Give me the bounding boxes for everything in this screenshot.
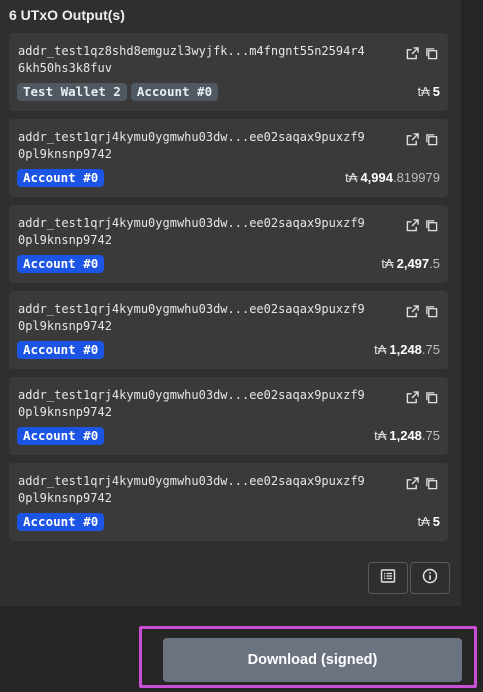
output-card: addr_test1qrj4kymu0ygmwhu03dw...ee02saqa… (9, 291, 448, 369)
amount-integer: 2,497 (396, 256, 430, 271)
ada-symbol: t₳ (345, 170, 358, 185)
output-address: addr_test1qrj4kymu0ygmwhu03dw...ee02saqa… (18, 301, 398, 335)
output-amount: t₳ 4,994.819979 (345, 170, 440, 185)
copy-icon[interactable] (424, 132, 438, 146)
output-card: addr_test1qrj4kymu0ygmwhu03dw...ee02saqa… (9, 463, 448, 541)
outputs-title: 6 UTxO Output(s) (9, 7, 125, 23)
output-card: addr_test1qrj4kymu0ygmwhu03dw...ee02saqa… (9, 205, 448, 283)
output-amount: t₳ 1,248.75 (374, 428, 440, 443)
amount-fraction: .819979 (393, 170, 440, 185)
ada-symbol: t₳ (381, 256, 394, 271)
account-tag: Account #0 (17, 513, 105, 531)
amount-fraction: .75 (421, 428, 440, 443)
copy-icon[interactable] (424, 46, 438, 60)
utxo-outputs-panel: 6 UTxO Output(s) addr_test1qz8shd8emguzl… (0, 0, 461, 606)
amount-integer: 4,994 (360, 170, 393, 185)
output-address-line: addr_test1qrj4kymu0ygmwhu03dw...ee02saqa… (18, 388, 365, 402)
list-view-button[interactable] (368, 562, 408, 594)
output-address: addr_test1qrj4kymu0ygmwhu03dw...ee02saqa… (18, 473, 398, 507)
account-tag: Account #0 (130, 83, 219, 101)
ada-symbol: t₳ (374, 428, 387, 443)
list-icon (380, 568, 396, 589)
external-link-icon[interactable] (405, 132, 419, 146)
output-address: addr_test1qrj4kymu0ygmwhu03dw...ee02saqa… (18, 215, 398, 249)
external-link-icon[interactable] (405, 46, 419, 60)
output-card: addr_test1qz8shd8emguzl3wyjfk...m4fngnt5… (9, 33, 448, 111)
external-link-icon[interactable] (405, 390, 419, 404)
account-tag: Account #0 (17, 341, 105, 359)
copy-icon[interactable] (424, 390, 438, 404)
wallet-tag: Test Wallet 2 (17, 83, 127, 101)
account-tag: Account #0 (17, 169, 105, 187)
output-amount: t₳ 2,497.5 (381, 256, 440, 271)
output-address: addr_test1qrj4kymu0ygmwhu03dw...ee02saqa… (18, 387, 398, 421)
output-address-line: 0pl9knsnp9742 (18, 405, 112, 419)
output-address-line: 0pl9knsnp9742 (18, 147, 112, 161)
output-address-line: 6kh50hs3k8fuv (18, 61, 112, 75)
copy-icon[interactable] (424, 476, 438, 490)
amount-integer: 1,248 (389, 428, 422, 443)
output-address-line: 0pl9knsnp9742 (18, 233, 112, 247)
output-address-line: addr_test1qrj4kymu0ygmwhu03dw...ee02saqa… (18, 474, 365, 488)
info-icon (422, 568, 438, 589)
output-address-line: addr_test1qrj4kymu0ygmwhu03dw...ee02saqa… (18, 130, 365, 144)
amount-integer: 5 (432, 84, 440, 99)
amount-fraction: .75 (421, 342, 440, 357)
download-signed-button[interactable]: Download (signed) (163, 638, 462, 682)
output-address-line: 0pl9knsnp9742 (18, 491, 112, 505)
output-address-line: addr_test1qrj4kymu0ygmwhu03dw...ee02saqa… (18, 216, 365, 230)
external-link-icon[interactable] (405, 476, 419, 490)
output-address: addr_test1qrj4kymu0ygmwhu03dw...ee02saqa… (18, 129, 398, 163)
amount-fraction: .5 (429, 256, 440, 271)
output-address: addr_test1qz8shd8emguzl3wyjfk...m4fngnt5… (18, 43, 398, 77)
account-tag: Account #0 (17, 255, 105, 273)
output-address-line: addr_test1qz8shd8emguzl3wyjfk...m4fngnt5… (18, 44, 365, 58)
copy-icon[interactable] (424, 218, 438, 232)
output-card: addr_test1qrj4kymu0ygmwhu03dw...ee02saqa… (9, 119, 448, 197)
output-amount: t₳ 1,248.75 (374, 342, 440, 357)
output-amount: t₳ 5 (417, 84, 440, 99)
output-card: addr_test1qrj4kymu0ygmwhu03dw...ee02saqa… (9, 377, 448, 455)
output-address-line: addr_test1qrj4kymu0ygmwhu03dw...ee02saqa… (18, 302, 365, 316)
output-address-line: 0pl9knsnp9742 (18, 319, 112, 333)
amount-integer: 1,248 (389, 342, 422, 357)
external-link-icon[interactable] (405, 218, 419, 232)
account-tag: Account #0 (17, 427, 105, 445)
amount-integer: 5 (432, 514, 440, 529)
external-link-icon[interactable] (405, 304, 419, 318)
ada-symbol: t₳ (417, 84, 430, 99)
ada-symbol: t₳ (374, 342, 387, 357)
copy-icon[interactable] (424, 304, 438, 318)
info-button[interactable] (410, 562, 450, 594)
ada-symbol: t₳ (417, 514, 430, 529)
output-amount: t₳ 5 (417, 514, 440, 529)
